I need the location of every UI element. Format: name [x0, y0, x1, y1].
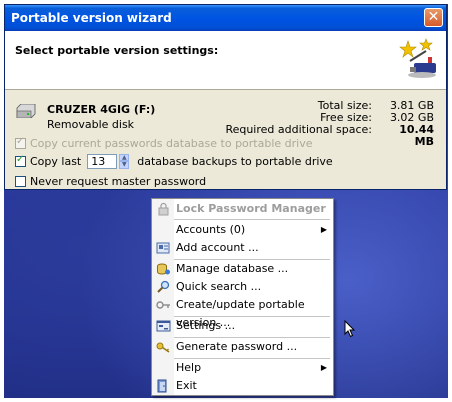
submenu-arrow-icon: ▶ [320, 225, 327, 234]
copy-backups-option: Copy last 13 ▲ ▼ database backups to por… [15, 153, 333, 169]
menu-item-label: Settings ... [176, 319, 236, 332]
backup-count-spinner[interactable]: ▲ ▼ [119, 153, 130, 169]
drive-name: CRUZER 4GIG (F:) [47, 103, 156, 116]
menu-separator [174, 219, 330, 220]
never-request-checkbox[interactable] [15, 175, 26, 187]
menu-item-label: Lock Password Manager [176, 202, 326, 215]
copy-current-db-checkbox [15, 136, 26, 149]
menu-item-accounts[interactable]: Accounts (0) ▶ [152, 221, 333, 239]
search-icon [157, 280, 170, 293]
copy-current-db-option: Copy current passwords database to porta… [15, 135, 313, 151]
menu-item-label: Help [176, 361, 202, 374]
menu-item-label: Manage database ... [176, 262, 289, 275]
lock-icon [158, 202, 169, 216]
never-request-option: Never request master password [15, 173, 206, 189]
never-request-label: Never request master password [30, 174, 207, 188]
copy-backups-label: Copy last [30, 154, 82, 168]
spin-down-icon[interactable]: ▼ [119, 161, 130, 169]
required-space-value: 10.44 MB [399, 123, 434, 148]
settings-icon [156, 320, 171, 332]
menu-item-portable-version[interactable]: Create/update portable version ... [152, 296, 333, 329]
menu-item-settings[interactable]: Settings ... [152, 317, 333, 335]
key-icon [156, 301, 170, 309]
portable-version-wizard-window: Portable version wizard ✕ Select portabl… [4, 4, 447, 190]
tray-context-menu: Lock Password Manager Accounts (0) ▶ Add… [151, 198, 334, 396]
database-icon [157, 263, 170, 275]
close-icon: ✕ [427, 9, 440, 25]
menu-item-label: Add account ... [176, 241, 259, 254]
menu-item-label: Accounts (0) [176, 223, 246, 236]
menu-item-label: Quick search ... [176, 280, 262, 293]
drive-icon [16, 104, 36, 118]
menu-item-generate-password[interactable]: Generate password ... [152, 338, 333, 356]
menu-item-label: Exit [176, 379, 197, 392]
backup-count-input[interactable]: 13 [87, 153, 118, 169]
drive-info: CRUZER 4GIG (F:) Removable disk Total si… [5, 90, 446, 148]
copy-current-db-label: Copy current passwords database to porta… [30, 136, 313, 150]
wizard-header: Select portable version settings: [5, 31, 446, 90]
title-bar[interactable]: Portable version wizard ✕ [5, 5, 446, 31]
menu-item-label: Generate password ... [176, 340, 298, 353]
submenu-arrow-icon: ▶ [320, 363, 327, 372]
drive-type: Removable disk [47, 118, 135, 131]
mouse-cursor-icon [344, 320, 356, 338]
menu-item-add-account[interactable]: Add account ... [152, 239, 333, 257]
menu-item-quick-search[interactable]: Quick search ... [152, 278, 333, 296]
window-title: Portable version wizard [11, 11, 172, 25]
menu-item-help[interactable]: Help ▶ [152, 359, 333, 377]
menu-item-exit[interactable]: Exit [152, 377, 333, 395]
spin-up-icon[interactable]: ▲ [119, 153, 130, 161]
magic-wand-icon [399, 38, 436, 78]
copy-backups-suffix: database backups to portable drive [137, 154, 333, 168]
add-account-icon [156, 242, 170, 254]
generate-key-icon [156, 342, 170, 353]
menu-item-manage-database[interactable]: Manage database ... [152, 260, 333, 278]
exit-icon [157, 379, 167, 393]
header-title: Select portable version settings: [15, 44, 219, 57]
copy-backups-checkbox[interactable] [15, 154, 26, 167]
close-button[interactable]: ✕ [424, 8, 443, 27]
menu-item-lock[interactable]: Lock Password Manager [152, 200, 333, 218]
